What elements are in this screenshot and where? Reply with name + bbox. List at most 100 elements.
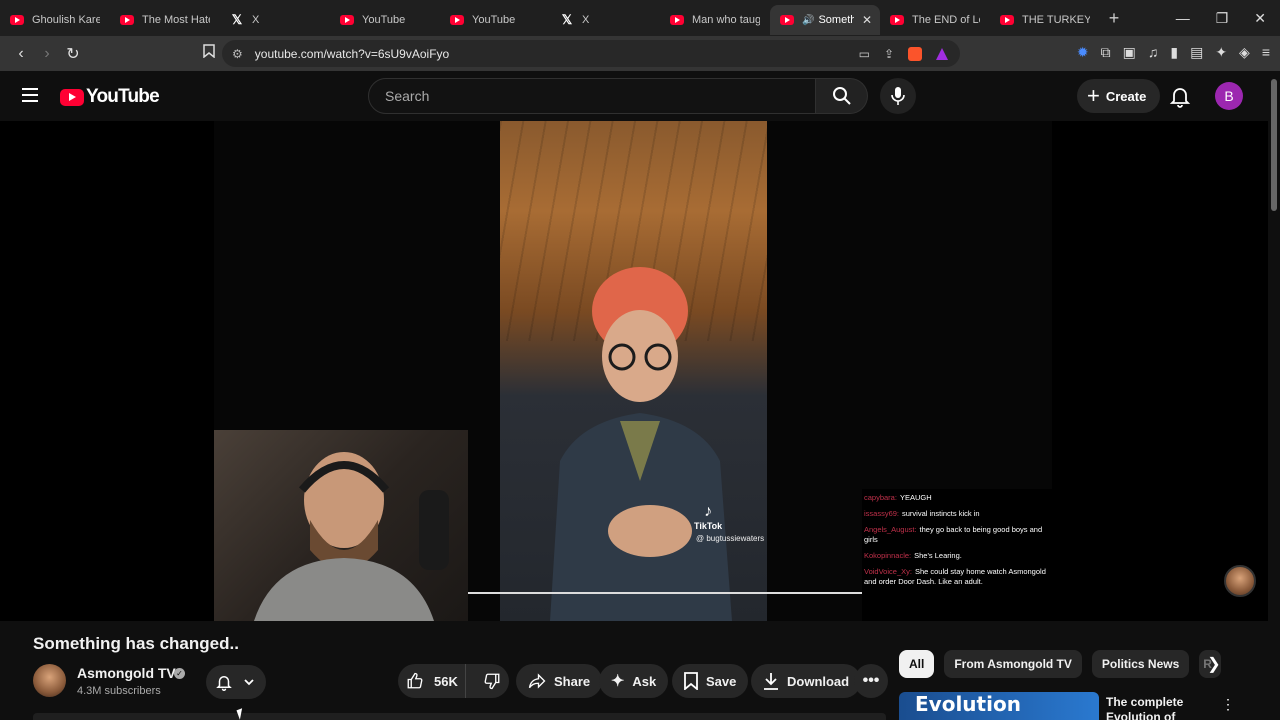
recommended-video-title[interactable]: The complete Evolution of Halo's	[1106, 695, 1211, 720]
browser-tab[interactable]: Man who taught	[660, 5, 770, 35]
chat-message: Kokopinnacle: She's Learing.	[864, 551, 962, 560]
search-button[interactable]	[816, 78, 868, 114]
site-settings-icon[interactable]: ⚙	[232, 47, 243, 61]
youtube-favicon-icon	[120, 15, 134, 25]
scrollbar-thumb[interactable]	[1271, 79, 1277, 211]
extension-icon[interactable]: ✹	[1077, 44, 1089, 61]
chip-all[interactable]: All	[899, 650, 935, 678]
search-placeholder: Search	[385, 88, 430, 104]
bookmark-icon	[684, 672, 698, 690]
youtube-favicon-icon	[1000, 15, 1014, 25]
extensions-toolbar: ✹ ⧉ ▣ ♫ ▮ ▤ ✦ ◈ ≡	[1077, 44, 1270, 61]
subscriber-count: 4.3M subscribers	[77, 685, 161, 697]
voice-search-button[interactable]	[880, 78, 916, 114]
extensions-puzzle-icon[interactable]: ⧉	[1101, 44, 1111, 61]
browser-toolbar: ‹ › ↻ ⚙ youtube.com/watch?v=6sU9vAoiFyo …	[0, 36, 1280, 71]
chevron-down-icon	[244, 679, 254, 686]
browser-tab[interactable]: 𝕏X	[220, 5, 330, 35]
notifications-button[interactable]	[1168, 84, 1192, 108]
ask-button[interactable]: ✦ Ask	[599, 664, 669, 698]
media-controls-icon[interactable]: ♫	[1148, 44, 1159, 61]
browser-tab[interactable]: The END of Lol	[880, 5, 990, 35]
leo-ai-icon[interactable]: ✦	[1215, 44, 1227, 61]
chat-message: capybara: YEAUGH	[864, 493, 932, 502]
save-label: Save	[706, 673, 737, 689]
youtube-favicon-icon	[340, 15, 354, 25]
floating-channel-avatar[interactable]	[1224, 565, 1256, 597]
sparkle-icon: ✦	[611, 673, 625, 690]
video-player[interactable]: ♪ TikTok @ bugtussiewaters capybara: YEAUG…	[0, 121, 1268, 621]
more-actions-button[interactable]: •••	[854, 664, 888, 698]
new-tab-button[interactable]: +	[1100, 8, 1128, 29]
bookmark-icon[interactable]	[196, 44, 222, 63]
create-button[interactable]: + Create	[1077, 79, 1161, 113]
browser-tab[interactable]: YouTube	[330, 5, 440, 35]
more-horizontal-icon: •••	[862, 672, 880, 689]
subscription-notification-button[interactable]	[206, 665, 266, 699]
dislike-button[interactable]	[474, 664, 509, 698]
like-button[interactable]: 56K	[398, 664, 466, 698]
save-button[interactable]: Save	[672, 664, 749, 698]
streamer-figure	[254, 452, 449, 621]
omnibox-actions: ▭ ⇪	[859, 46, 948, 61]
x-favicon-icon: 𝕏	[561, 12, 573, 27]
chat-message: issassy69: survival instincts kick in	[864, 509, 980, 518]
brave-rewards-icon[interactable]	[936, 47, 948, 60]
page-scrollbar[interactable]	[1268, 71, 1280, 720]
youtube-favicon-icon	[890, 15, 904, 25]
video-subject	[550, 267, 732, 621]
tab-label: Someth	[818, 14, 855, 26]
tab-label: THE TURKEY TO	[1022, 14, 1090, 26]
wallet-icon[interactable]: ▤	[1190, 44, 1203, 61]
close-tab-icon[interactable]: ✕	[862, 13, 872, 27]
address-bar[interactable]: ⚙ youtube.com/watch?v=6sU9vAoiFyo ▭ ⇪	[222, 40, 960, 67]
close-window-icon[interactable]: ✕	[1254, 10, 1266, 27]
search-input[interactable]: Search	[368, 78, 816, 114]
brave-shields-icon[interactable]	[908, 46, 922, 61]
bell-icon	[1169, 88, 1191, 108]
youtube-logo[interactable]: YouTube	[60, 86, 160, 108]
sidebar-toggle-icon[interactable]: ▮	[1170, 44, 1178, 61]
overlay-divider	[468, 592, 862, 594]
chevron-right-icon[interactable]: ❯	[1202, 652, 1226, 676]
account-avatar[interactable]: B	[1215, 82, 1243, 110]
browser-tab[interactable]: THE TURKEY TO	[990, 5, 1100, 35]
browser-menu-icon[interactable]: ≡	[1262, 44, 1270, 61]
channel-avatar[interactable]	[33, 664, 66, 697]
youtube-wordmark: YouTube	[86, 86, 160, 107]
cast-icon[interactable]: ▭	[859, 47, 870, 61]
tab-label: Ghoulish Karen	[32, 14, 100, 26]
reload-icon[interactable]: ↻	[60, 44, 86, 64]
browser-tab[interactable]: Ghoulish Karen	[0, 5, 110, 35]
video-title: Something has changed..	[33, 634, 239, 653]
back-icon[interactable]: ‹	[8, 45, 34, 63]
chip-from-channel[interactable]: From Asmongold TV	[944, 650, 1082, 678]
restore-icon[interactable]: ❐	[1216, 10, 1229, 27]
thumbs-down-icon	[484, 673, 499, 690]
more-vertical-icon[interactable]: ⋮	[1221, 696, 1235, 713]
share-button[interactable]: Share	[516, 664, 603, 698]
youtube-favicon-icon	[10, 15, 24, 25]
x-favicon-icon: 𝕏	[231, 12, 243, 27]
browser-tab[interactable]: The Most Hated	[110, 5, 220, 35]
share-page-icon[interactable]: ⇪	[884, 47, 894, 61]
share-label: Share	[554, 673, 591, 689]
tiktok-watermark: ♪ TikTok	[694, 503, 723, 531]
youtube-masthead: YouTube Search + Create B	[0, 71, 1280, 121]
browser-tab[interactable]: 𝕏X	[550, 5, 660, 35]
forward-icon[interactable]: ›	[34, 45, 60, 63]
chip-politics-news[interactable]: Politics News	[1091, 650, 1190, 678]
minimize-icon[interactable]: —	[1176, 10, 1190, 27]
download-button[interactable]: Download	[751, 664, 862, 698]
tab-label: YouTube	[362, 14, 406, 26]
recommended-video-thumbnail[interactable]: Evolution	[899, 692, 1099, 720]
browser-tab-active[interactable]: 🔊 Someth ✕	[770, 5, 880, 35]
browser-tab-strip: Ghoulish Karen The Most Hated 𝕏X YouTube…	[0, 0, 1280, 36]
speaker-icon[interactable]: 🔊	[802, 15, 814, 26]
tiktok-handle: @ bugtussiewaters	[696, 534, 765, 543]
browser-tab[interactable]: YouTube	[440, 5, 550, 35]
screenshot-icon[interactable]: ▣	[1123, 44, 1136, 61]
guide-menu-icon[interactable]	[22, 88, 38, 102]
vpn-icon[interactable]: ◈	[1239, 44, 1250, 61]
channel-name[interactable]: Asmongold TV	[77, 665, 176, 681]
